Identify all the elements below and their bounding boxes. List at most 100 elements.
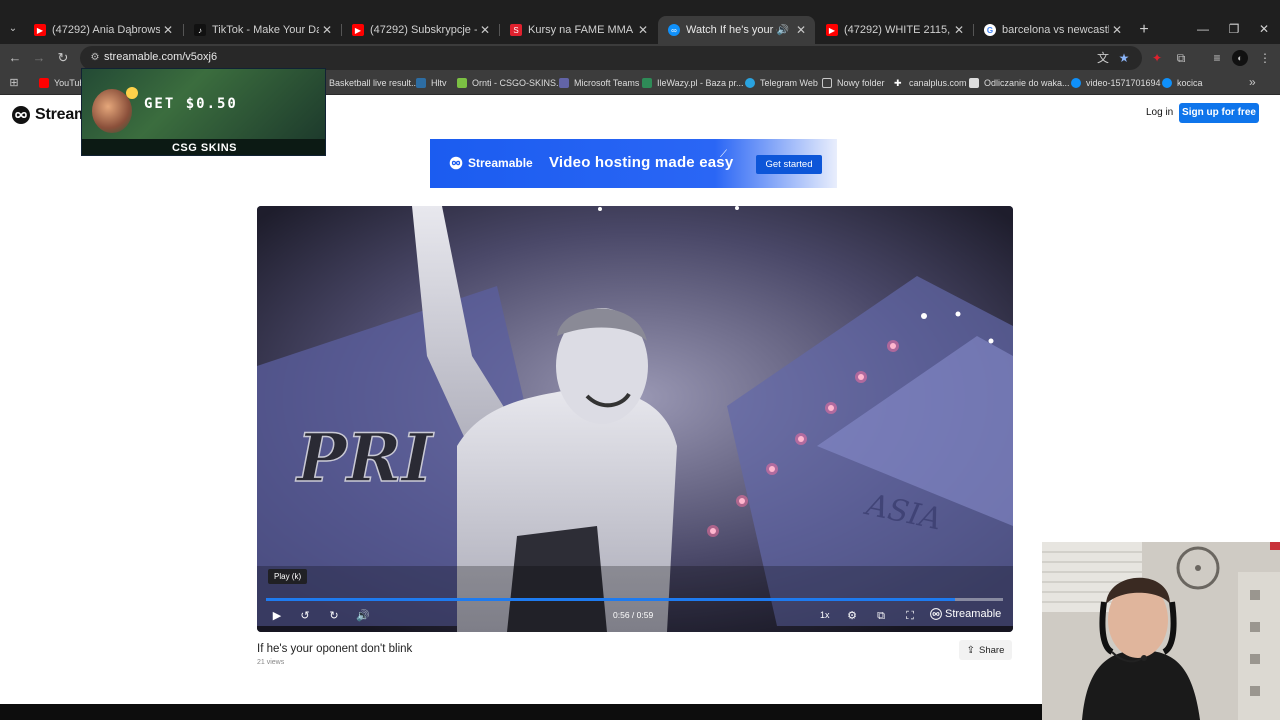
tab-streamable-active[interactable]: ∞ Watch If he's your oponent 🔊 ✕ [658,16,815,44]
bookmark-canalplus[interactable]: ✚ canalplus.com [894,76,967,90]
settings-gear-icon[interactable]: ⚙ [844,607,860,625]
ad-brand: CSG SKINS [82,139,325,155]
bookmark-video[interactable]: video-1571701694 [1071,76,1161,90]
csgo-skins-ad: GET $0.50 CSG SKINS [81,68,326,156]
plus-icon: ✚ [894,78,902,88]
close-tab-icon[interactable]: ✕ [793,23,809,37]
get-started-button[interactable]: Get started [756,155,822,174]
play-icon[interactable]: ▶ [269,607,285,625]
close-tab-icon[interactable]: ✕ [319,23,335,37]
url-text: streamable.com/v5oxj6 [104,51,218,63]
share-icon: ⇪ [966,644,976,656]
bookmarks-overflow-icon[interactable]: » [1249,75,1256,89]
hltv-icon [416,78,426,88]
bookmark-kocica[interactable]: kocica [1162,76,1203,90]
rewind-icon[interactable]: ↺ [297,607,313,625]
tab-search-icon[interactable]: ⌄ [4,19,22,39]
tab-tiktok[interactable]: ♪ TikTok - Make Your Day ✕ [184,16,341,44]
minimize-icon[interactable]: — [1193,20,1213,38]
share-button[interactable]: ⇪ Share [959,640,1012,660]
tab-fame-mma[interactable]: S Kursy na FAME MMA 30: Zakład ✕ [500,16,657,44]
sparkle-icon: ⟋ [720,149,727,160]
tab-white-2115[interactable]: ▶ (47292) WHITE 2115, VVSimon ✕ [816,16,973,44]
streamable-logo-icon [12,106,30,124]
profile-avatar[interactable]: ◐ [1232,50,1248,66]
google-icon: G [984,24,996,36]
login-link[interactable]: Log in [1146,107,1173,118]
tiktok-icon: ♪ [194,24,206,36]
extension-icon[interactable]: ✦ [1148,49,1166,67]
close-window-icon[interactable]: ✕ [1254,20,1274,38]
bookmark-basketball[interactable]: Basketball live result... [314,76,419,90]
coin-icon [126,87,138,99]
media-controls-icon[interactable]: ≡ [1208,49,1226,67]
time-display: 0:56 / 0:59 [613,610,654,620]
promo-logo: Streamable [449,156,533,170]
fullscreen-icon[interactable]: ⛶ [902,607,918,625]
youtube-icon [39,78,49,88]
play-tooltip: Play (k) [268,569,308,584]
reload-icon[interactable]: ↻ [53,48,73,68]
video-player[interactable]: PRI ASIA Play (k) ▶ ↺ ↻ 🔊 0:56 / 0:59 1x… [257,206,1013,632]
bookmark-ilewazy[interactable]: IleWazy.pl - Baza pr... [642,76,744,90]
overlay-text-left: PRI [295,419,434,497]
menu-kebab-icon[interactable]: ⋮ [1256,49,1274,67]
progress-bar[interactable] [266,598,1003,601]
back-icon[interactable]: ← [5,48,25,68]
telegram-icon [745,78,755,88]
bookmark-telegram[interactable]: Telegram Web [745,76,818,90]
site-info-icon[interactable]: ⚙ [88,50,102,66]
bookmark-csgo-skins[interactable]: Ornti - CSGO-SKINS... [457,76,564,90]
browser-tab-strip: ⌄ ▶ (47292) Ania Dąbrowska - W Gl ✕ ♪ Ti… [0,0,1280,44]
bookmark-hltv[interactable]: Hltv [416,76,447,90]
streamable-logo-icon [930,608,942,620]
streamable-logo-icon [449,156,463,170]
teams-icon [559,78,569,88]
sts-icon: S [510,24,522,36]
speaker-icon[interactable]: 🔊 [777,25,789,36]
picture-in-picture-icon[interactable]: ⧉ [873,607,889,625]
tab-youtube-subscriptions[interactable]: ▶ (47292) Subskrypcje - YouTube ✕ [342,16,499,44]
tab-google-search[interactable]: G barcelona vs newcastle - Szuka ✕ [974,16,1131,44]
close-tab-icon[interactable]: ✕ [477,23,493,37]
folder-icon [822,78,832,88]
forward-icon[interactable]: → [29,48,49,68]
webcam-overlay [1042,542,1280,720]
ad-headline: GET $0.50 [144,96,238,112]
bookmark-star-icon[interactable]: ★ [1115,49,1133,67]
promo-tagline: Video hosting made easy [549,154,734,171]
close-tab-icon[interactable]: ✕ [635,23,651,37]
page-icon [969,78,979,88]
address-bar[interactable]: ⚙ streamable.com/v5oxj6 文 ★ [80,46,1142,70]
tab-ania-dabrowska[interactable]: ▶ (47292) Ania Dąbrowska - W Gl ✕ [24,16,182,44]
close-tab-icon[interactable]: ✕ [951,23,967,37]
youtube-icon: ▶ [352,24,364,36]
player-brand[interactable]: Streamable [930,608,1001,620]
extensions-puzzle-icon[interactable]: ⧉ [1172,49,1190,67]
progress-fill [266,598,956,601]
streamable-icon [1071,78,1081,88]
restore-icon[interactable]: ❐ [1224,20,1244,38]
browser-toolbar: ← → ↻ ⚙ streamable.com/v5oxj6 文 ★ ✦ ⧉ ≡ … [0,44,1280,71]
ilewazy-icon [642,78,652,88]
signup-button[interactable]: Sign up for free [1179,103,1259,123]
streamable-icon [1162,78,1172,88]
apps-grid-icon[interactable]: ⊞ [7,76,21,90]
bookmark-teams[interactable]: Microsoft Teams [559,76,639,90]
promo-banner[interactable]: Streamable Video hosting made easy ⟋ Get… [430,139,837,188]
close-tab-icon[interactable]: ✕ [160,23,176,37]
youtube-icon: ▶ [826,24,838,36]
forward-skip-icon[interactable]: ↻ [326,607,342,625]
video-title: If he's your oponent don't blink [257,643,413,655]
playback-speed-button[interactable]: 1x [820,610,830,620]
translate-icon[interactable]: 文 [1094,49,1112,67]
bookmark-folder[interactable]: Nowy folder [822,76,885,90]
view-count: 21 views [257,659,285,666]
webcam-image [1042,542,1280,720]
bookmark-odliczanie[interactable]: Odliczanie do waka... [969,76,1070,90]
streamable-icon: ∞ [668,24,680,36]
close-tab-icon[interactable]: ✕ [1109,23,1125,37]
volume-icon[interactable]: 🔊 [355,607,371,625]
csgo-skins-icon [457,78,467,88]
new-tab-icon[interactable]: + [1135,21,1153,39]
